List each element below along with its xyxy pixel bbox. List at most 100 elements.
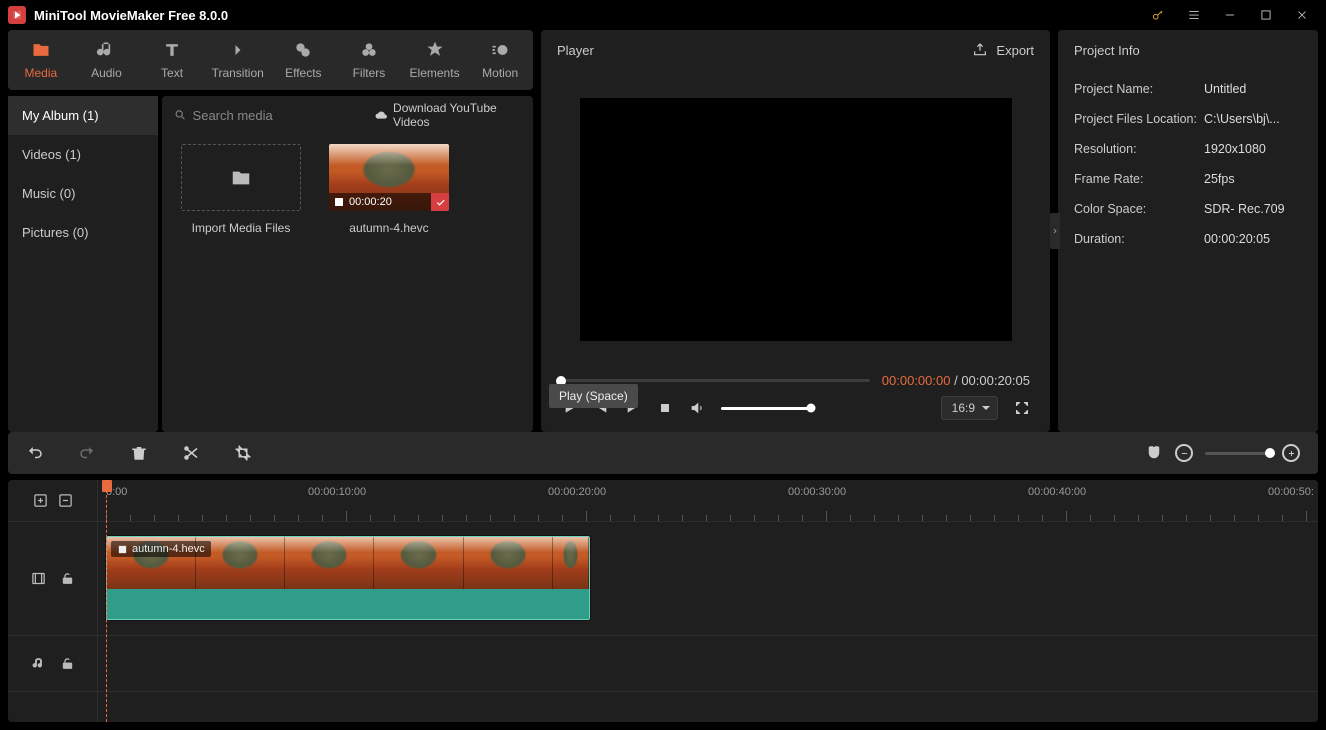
tab-label: Motion [482, 66, 518, 80]
magnet-snap-button[interactable] [1145, 444, 1163, 462]
volume-button[interactable] [689, 400, 705, 416]
import-thumb [181, 144, 301, 211]
clip-thumb: 00:00:20 [329, 144, 449, 211]
close-button[interactable] [1294, 7, 1310, 23]
yt-link-label: Download YouTube Videos [393, 101, 521, 129]
delete-button[interactable] [130, 444, 148, 462]
download-youtube-link[interactable]: Download YouTube Videos [375, 101, 521, 129]
timecode-current: 00:00:00:00 [882, 373, 951, 388]
info-row: Resolution:1920x1080 [1074, 134, 1302, 164]
aspect-ratio-select[interactable]: 16:9 [941, 396, 998, 420]
tab-audio[interactable]: Audio [74, 30, 140, 90]
zoom-slider[interactable] [1205, 452, 1270, 455]
tab-label: Audio [91, 66, 122, 80]
search-icon [174, 108, 187, 122]
timeline-clip[interactable]: autumn-4.hevc [106, 536, 590, 620]
tab-label: Effects [285, 66, 321, 80]
music-icon [31, 656, 46, 671]
playback-scrubber[interactable] [561, 379, 870, 382]
ruler-label: 00:00:10:00 [308, 486, 366, 498]
film-icon [31, 571, 46, 586]
playback-timecode: 00:00:00:00 / 00:00:20:05 [882, 373, 1030, 388]
album-music[interactable]: Music (0) [8, 174, 158, 213]
ruler-label: 00:00:40:00 [1028, 486, 1086, 498]
key-icon[interactable] [1150, 7, 1166, 23]
app-icon [8, 6, 26, 24]
volume-slider[interactable] [721, 407, 811, 410]
crop-button[interactable] [234, 444, 252, 462]
search-input[interactable] [193, 108, 369, 123]
panel-collapse-handle[interactable] [1050, 213, 1060, 249]
video-track[interactable]: autumn-4.hevc [98, 522, 1318, 636]
player-title: Player [557, 43, 972, 58]
import-label: Import Media Files [192, 221, 291, 235]
audio-track[interactable] [98, 636, 1318, 692]
media-clip-tile[interactable]: 00:00:20 autumn-4.hevc [324, 144, 454, 235]
playhead[interactable] [106, 480, 107, 722]
title-bar: MiniTool MovieMaker Free 8.0.0 [0, 0, 1326, 30]
ruler-label: 00:00:20:00 [548, 486, 606, 498]
film-icon [333, 196, 345, 208]
info-row: Duration:00:00:20:05 [1074, 224, 1302, 254]
folder-icon [230, 167, 252, 189]
info-row: Frame Rate:25fps [1074, 164, 1302, 194]
tab-transition[interactable]: Transition [205, 30, 271, 90]
info-row: Project Files Location:C:\Users\bj\... [1074, 104, 1302, 134]
redo-button[interactable] [78, 444, 96, 462]
zoom-in-button[interactable] [1282, 444, 1300, 462]
ruler-label: 00:00:50: [1268, 486, 1314, 498]
video-track-head [8, 522, 97, 636]
audio-track-head [8, 636, 97, 692]
window-title: MiniTool MovieMaker Free 8.0.0 [34, 8, 1150, 23]
project-info-panel: Project Info Project Name:Untitled Proje… [1058, 30, 1318, 432]
main-tabs: Media Audio Text Transition Effects Filt… [8, 30, 533, 90]
clip-name: autumn-4.hevc [349, 221, 428, 235]
clip-label: autumn-4.hevc [111, 541, 211, 557]
tab-motion[interactable]: Motion [467, 30, 533, 90]
player-panel: Player Export 00:00:00:00 / 00:00:20:05 … [541, 30, 1050, 432]
zoom-out-button[interactable] [1175, 444, 1193, 462]
ruler-label: 00:00:30:00 [788, 486, 846, 498]
album-pictures[interactable]: Pictures (0) [8, 213, 158, 252]
media-panel: Download YouTube Videos Import Media Fil… [162, 96, 533, 432]
timecode-duration: 00:00:20:05 [961, 373, 1030, 388]
unlock-icon[interactable] [60, 571, 75, 586]
minimize-button[interactable] [1222, 7, 1238, 23]
play-tooltip: Play (Space) [549, 384, 638, 408]
tab-elements[interactable]: Elements [402, 30, 468, 90]
maximize-button[interactable] [1258, 7, 1274, 23]
fullscreen-button[interactable] [1014, 400, 1030, 416]
remove-track-button[interactable] [58, 493, 73, 508]
player-preview [580, 98, 1012, 341]
unlock-icon[interactable] [60, 656, 75, 671]
album-my-album[interactable]: My Album (1) [8, 96, 158, 135]
tab-media[interactable]: Media [8, 30, 74, 90]
export-button[interactable]: Export [972, 42, 1034, 58]
tab-label: Text [161, 66, 183, 80]
add-track-button[interactable] [33, 493, 48, 508]
stop-button[interactable] [657, 400, 673, 416]
tab-effects[interactable]: Effects [271, 30, 337, 90]
info-row: Project Name:Untitled [1074, 74, 1302, 104]
cloud-download-icon [375, 108, 387, 122]
album-list: My Album (1) Videos (1) Music (0) Pictur… [8, 96, 158, 432]
split-button[interactable] [182, 444, 200, 462]
tab-label: Elements [410, 66, 460, 80]
export-label: Export [996, 43, 1034, 58]
clip-duration: 00:00:20 [349, 196, 392, 208]
tab-label: Transition [212, 66, 264, 80]
check-icon [431, 193, 449, 211]
menu-icon[interactable] [1186, 7, 1202, 23]
timeline-body: 0:00 00:00:10:00 00:00:20:00 00:00:30:00… [8, 480, 1318, 722]
playhead-handle[interactable] [102, 480, 112, 492]
tab-filters[interactable]: Filters [336, 30, 402, 90]
tab-label: Filters [353, 66, 386, 80]
tab-text[interactable]: Text [139, 30, 205, 90]
info-row: Color Space:SDR- Rec.709 [1074, 194, 1302, 224]
album-videos[interactable]: Videos (1) [8, 135, 158, 174]
import-media-tile[interactable]: Import Media Files [176, 144, 306, 235]
undo-button[interactable] [26, 444, 44, 462]
export-icon [972, 42, 988, 58]
time-ruler[interactable]: 0:00 00:00:10:00 00:00:20:00 00:00:30:00… [98, 480, 1318, 522]
timeline-toolbar [8, 432, 1318, 474]
